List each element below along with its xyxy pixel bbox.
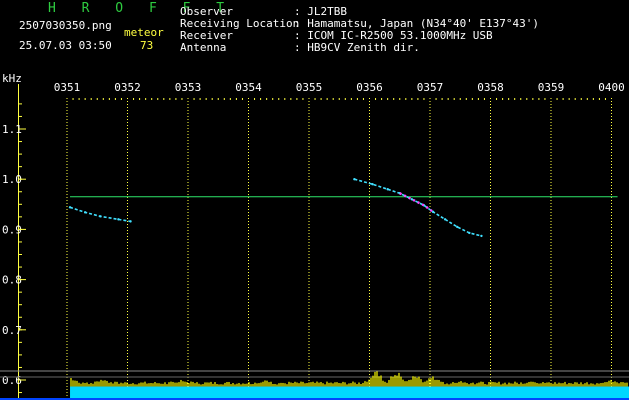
trail-point	[117, 218, 120, 221]
trail-point	[68, 206, 72, 209]
x-tick-label-0353: 0353	[175, 81, 202, 94]
trail-point	[443, 218, 447, 221]
x-tick-label-0351: 0351	[54, 81, 81, 94]
trail-point	[129, 220, 132, 223]
x-tick-label-0359: 0359	[538, 81, 565, 94]
x-tick-label-0400: 0400	[598, 81, 625, 94]
x-tick-label-0357: 0357	[417, 81, 444, 94]
trail-point	[468, 231, 471, 235]
trail-point	[99, 215, 102, 218]
trail-point	[353, 178, 356, 181]
x-tick-label-0355: 0355	[296, 81, 323, 94]
trail-point	[371, 183, 374, 186]
level-band-base	[70, 386, 629, 400]
trail-point	[431, 210, 435, 214]
meteor-trail-1	[354, 178, 482, 237]
trail-point	[456, 225, 459, 229]
y-axis-unit-label: kHz	[2, 72, 22, 85]
meteor-trail-2	[69, 206, 131, 223]
spectrogram-plot: kHz 0351 0352 0353 0354 0355 0356 0357 0358 0359 0…	[0, 72, 629, 400]
trail-point	[410, 198, 414, 201]
x-tick-label-0354: 0354	[235, 81, 262, 94]
x-tick-label-0352: 0352	[114, 81, 141, 94]
trail-point	[83, 211, 87, 214]
trail-point	[386, 188, 389, 191]
x-tick-label-0358: 0358	[477, 81, 504, 94]
trail-point	[480, 234, 483, 238]
x-tick-label-0356: 0356	[356, 81, 383, 94]
